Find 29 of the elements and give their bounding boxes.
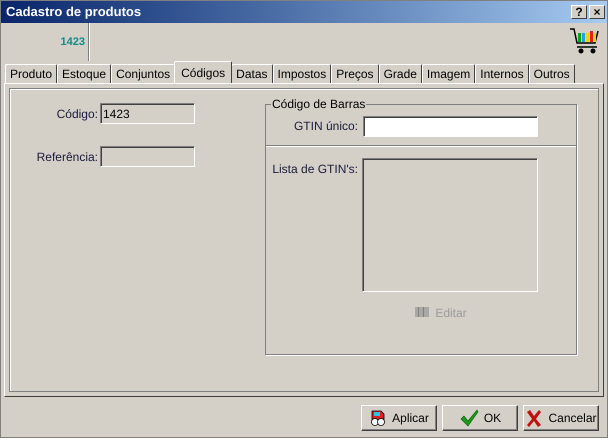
tab[interactable]: Preços: [331, 64, 379, 83]
tab[interactable]: Impostos: [272, 64, 332, 83]
tab[interactable]: Outros: [528, 64, 575, 83]
tab[interactable]: Conjuntos: [111, 64, 176, 83]
close-icon: [525, 409, 544, 427]
help-button[interactable]: ?: [571, 5, 587, 19]
barcode-icon: [415, 306, 430, 320]
tab[interactable]: Produto: [5, 64, 58, 83]
checkmark-icon: [458, 409, 479, 427]
field-label: Referência:: [36, 148, 98, 166]
group-title: Código de Barras: [271, 96, 366, 113]
tab[interactable]: Estoque: [57, 64, 112, 83]
tab[interactable]: Imagem: [422, 64, 476, 83]
tab[interactable]: Internos: [475, 64, 529, 83]
gtin-list-label: Lista de GTIN's:: [271, 161, 358, 178]
disk-icon: [369, 409, 388, 427]
tab[interactable]: Grade: [378, 64, 422, 83]
product-code: 1423: [60, 34, 85, 50]
apply-button[interactable]: Aplicar: [361, 405, 437, 431]
gtin-label: GTIN único:: [292, 118, 358, 135]
gtin-list[interactable]: [362, 158, 538, 292]
window-title: Cadastro de produtos: [6, 3, 142, 22]
field-label: Código:: [56, 106, 98, 122]
tab[interactable]: Datas: [231, 64, 273, 83]
cancel-button[interactable]: Cancelar: [523, 405, 599, 431]
close-button[interactable]: ×: [589, 5, 605, 19]
tab[interactable]: Códigos: [174, 61, 232, 83]
ok-button[interactable]: OK: [442, 405, 518, 431]
gtin-input[interactable]: [363, 116, 538, 136]
